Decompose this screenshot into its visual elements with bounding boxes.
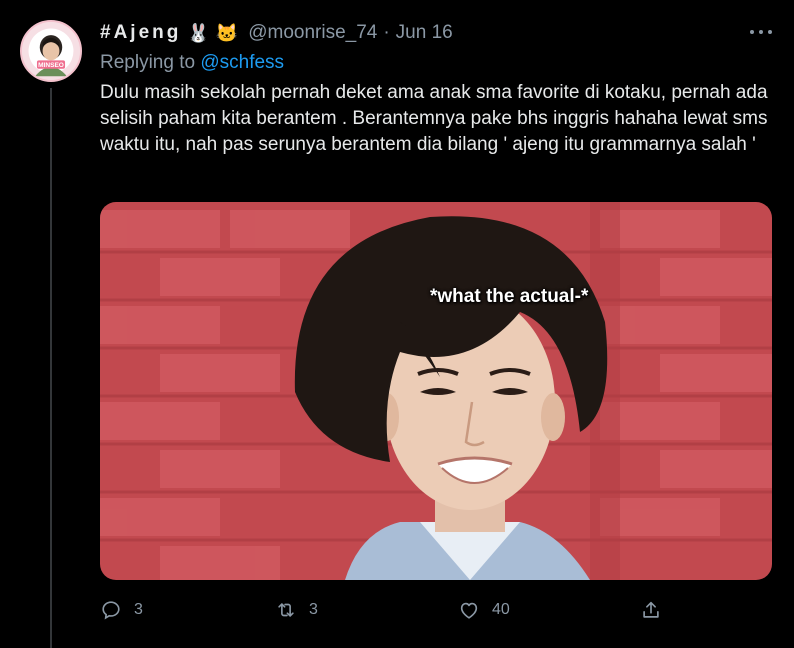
avatar[interactable]: MINSEO [20, 20, 82, 82]
share-button[interactable] [640, 596, 662, 624]
like-count: 40 [492, 601, 510, 618]
mention-link[interactable]: @schfess [200, 52, 284, 73]
cat-emoji: 🐱 [215, 23, 239, 43]
reply-button[interactable]: 3 [100, 596, 143, 624]
more-icon[interactable] [750, 24, 772, 40]
tweet-actions: 3 3 40 [100, 596, 670, 626]
meme-image [100, 202, 772, 580]
retweet-count: 3 [309, 601, 318, 618]
tweet-date[interactable]: Jun 16 [396, 22, 453, 44]
retweet-icon [278, 603, 294, 617]
tweet-text: Dulu masih sekolah pernah deket ama anak… [100, 82, 768, 155]
reply-icon [102, 601, 120, 620]
user-handle[interactable]: @moonrise_74 [248, 22, 377, 44]
avatar-image: MINSEO [22, 22, 80, 80]
replying-prefix: Replying to [100, 52, 196, 73]
display-name[interactable]: #Ajeng [100, 22, 181, 44]
like-icon [460, 602, 478, 619]
tweet-media[interactable]: *what the actual-* [100, 202, 772, 580]
meme-caption: *what the actual-* [430, 286, 589, 307]
share-icon [643, 601, 659, 618]
retweet-button[interactable]: 3 [275, 596, 318, 624]
separator-dot: · [383, 22, 390, 43]
thread-line [50, 88, 52, 648]
like-button[interactable]: 40 [458, 596, 510, 624]
reply-count: 3 [134, 601, 143, 618]
replying-to-line: Replying to @schfess [100, 52, 284, 74]
tweet-header: #Ajeng 🐰 🐱 @moonrise_74 · Jun 16 [100, 21, 453, 45]
avatar-text: MINSEO [38, 62, 64, 69]
rabbit-emoji: 🐰 [187, 23, 210, 43]
